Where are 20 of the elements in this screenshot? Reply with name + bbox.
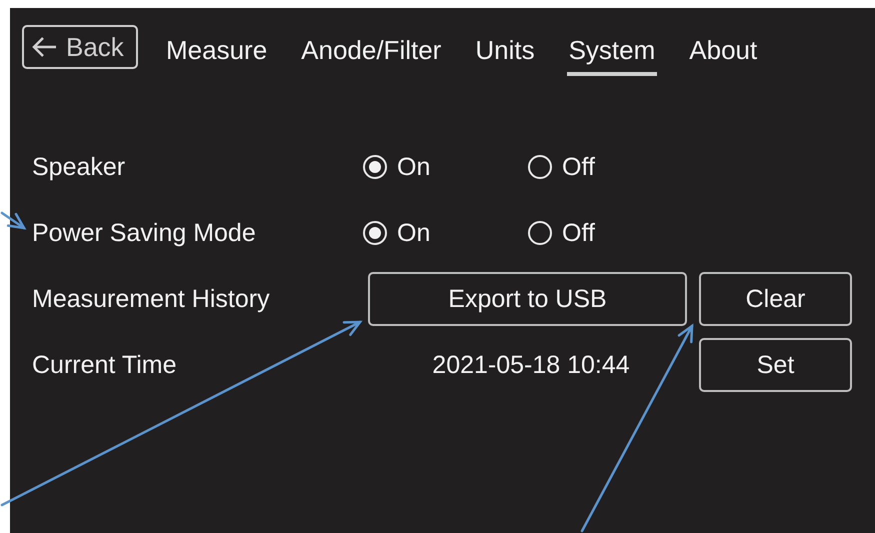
back-button[interactable]: Back: [22, 25, 138, 69]
tab[interactable]: Measure: [164, 28, 270, 76]
action-button[interactable]: Clear: [699, 272, 852, 326]
setting-label: Power Saving Mode: [32, 218, 257, 248]
radio-option[interactable]: Off: [528, 152, 693, 182]
setting-label: Speaker: [32, 152, 126, 182]
radio-option[interactable]: On: [363, 152, 528, 182]
tab[interactable]: Anode/Filter: [299, 28, 444, 76]
setting-label: Measurement History: [32, 284, 271, 314]
radio-option[interactable]: On: [363, 218, 528, 248]
left-arrow-icon: [32, 36, 58, 58]
tab[interactable]: Units: [473, 28, 537, 76]
set-button[interactable]: Set: [699, 338, 852, 392]
tab[interactable]: About: [687, 28, 760, 76]
time-value: 2021-05-18 10:44: [431, 350, 631, 380]
radio-option[interactable]: Off: [528, 218, 693, 248]
action-button[interactable]: Export to USB: [368, 272, 687, 326]
setting-label: Current Time: [32, 350, 178, 380]
annotation-arrow: [0, 212, 26, 230]
tab[interactable]: System: [566, 28, 658, 76]
